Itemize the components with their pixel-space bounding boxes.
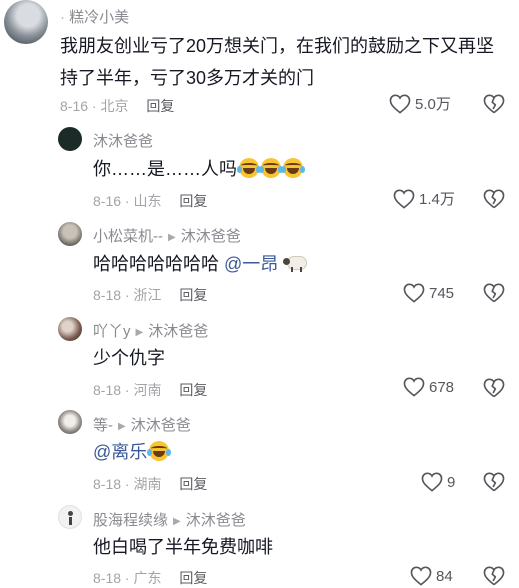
reply-arrow-icon: ▶ [135,327,144,338]
avatar[interactable] [58,222,82,246]
comment-date: 8-18 [93,287,122,303]
dislike-button[interactable] [483,189,505,209]
heart-icon [410,566,432,586]
heart-icon [393,189,415,209]
comment-date: 8-16 [93,193,122,209]
laughing-crying-emoji-icon [147,441,172,461]
reply-button[interactable]: 回复 [146,98,174,114]
dislike-button[interactable] [483,283,505,303]
heart-icon [389,94,411,114]
comment-text: 他白喝了半年免费咖啡 [93,537,273,557]
reply-arrow-icon: ▶ [173,516,181,527]
author-name[interactable]: 股海程续缘 [93,512,168,529]
author-name[interactable]: 等- [93,417,113,434]
comment-meta: 8-16 · 北京 回复 [60,98,175,114]
laughing-crying-emoji-icon [259,158,283,178]
author-name[interactable]: 吖丫y [93,323,131,340]
avatar[interactable] [58,410,82,434]
comment-location: 北京 [100,98,129,114]
reply-button[interactable]: 回复 [179,193,207,209]
comment-location: 河南 [133,382,162,398]
comment-meta: 8-18 · 浙江 回复 [93,287,208,303]
reply-to-name[interactable]: 沐沐爸爸 [186,512,246,529]
comment-text-line: 我朋友创业亏了20万想关门，在我们的鼓励之下又再坚 [60,36,495,56]
broken-heart-icon [483,94,505,114]
comment-author-name[interactable]: · 糕冷小美 [60,6,129,27]
avatar[interactable] [58,317,82,341]
broken-heart-icon [483,378,505,398]
comment-author-name[interactable]: 等- ▶ 沐沐爸爸 [93,414,191,435]
comment-text: @离乐 [93,437,172,467]
broken-heart-icon [483,283,505,303]
avatar[interactable] [58,127,82,151]
comment-meta: 8-18 · 河南 回复 [93,382,208,398]
default-avatar-icon [68,511,73,516]
like-button[interactable]: 1.4万 [393,188,455,209]
comment-text: 哈哈哈哈哈哈哈 @一昂 [93,249,308,279]
comment-date: 8-18 [93,382,122,398]
like-count: 678 [429,378,455,396]
reply-button[interactable]: 回复 [179,382,207,398]
avatar[interactable] [58,505,82,529]
comment-location: 湖南 [133,476,162,492]
like-count: 1.4万 [419,191,455,208]
comment-author-name[interactable]: 沐沐爸爸 [93,130,153,151]
like-button[interactable]: 9 [421,472,455,492]
comment-meta: 8-18 · 广东 回复 [93,570,208,586]
comment-location: 浙江 [133,287,162,303]
dislike-button[interactable] [483,472,505,492]
author-name[interactable]: 小松菜机-- [93,228,163,245]
heart-icon [421,472,443,492]
comment-meta: 8-16 · 山东 回复 [93,193,208,209]
dislike-button[interactable] [483,378,505,398]
comment-location: 山东 [133,193,162,209]
comment-author-name[interactable]: 股海程续缘 ▶ 沐沐爸爸 [93,509,246,530]
broken-heart-icon [483,566,505,586]
comment-date: 8-16 [60,98,89,114]
like-button[interactable]: 5.0万 [389,93,451,114]
like-button[interactable]: 745 [403,283,454,303]
like-button[interactable]: 678 [403,377,454,397]
like-count: 84 [436,567,453,585]
like-count: 745 [429,284,455,302]
comment-text: 我朋友创业亏了20万想关门，在我们的鼓励之下又再坚 持了半年，亏了30多万才关的… [60,30,494,94]
avatar[interactable] [4,0,48,44]
reply-to-name[interactable]: 沐沐爸爸 [131,417,191,434]
comment-meta: 8-18 · 湖南 回复 [93,476,208,492]
reply-arrow-icon: ▶ [168,232,176,243]
heart-icon [403,377,425,397]
like-button[interactable]: 84 [410,566,453,586]
comment-text-line: 持了半年，亏了30多万才关的门 [60,68,315,88]
reply-arrow-icon: ▶ [118,421,126,432]
broken-heart-icon [483,189,505,209]
broken-heart-icon [483,472,505,492]
sheep-emoji-icon [283,254,308,272]
comment-author-name[interactable]: 小松菜机-- ▶ 沐沐爸爸 [93,225,241,246]
mention-link[interactable]: @离乐 [93,442,147,462]
mention-link[interactable]: @一昂 [224,254,278,274]
comment-text: 你……是……人吗 [93,154,305,184]
reply-button[interactable]: 回复 [179,476,207,492]
reply-button[interactable]: 回复 [179,287,207,303]
comment-date: 8-18 [93,476,122,492]
like-count: 5.0万 [415,96,451,113]
like-count: 9 [447,473,456,491]
comment-text-body: 你……是……人吗 [93,159,237,179]
author-name[interactable]: 糕冷小美 [69,9,129,26]
laughing-crying-emoji-icon [281,158,305,178]
reply-to-name[interactable]: 沐沐爸爸 [181,228,241,245]
comment-author-name[interactable]: 吖丫y ▶ 沐沐爸爸 [93,320,208,341]
comment-text: 少个仇字 [93,348,165,368]
reply-to-name[interactable]: 沐沐爸爸 [148,323,208,340]
heart-icon [403,283,425,303]
laughing-crying-emoji-icon [237,158,261,178]
dislike-button[interactable] [483,566,505,586]
comment-text-body: 哈哈哈哈哈哈哈 [93,254,219,274]
dislike-button[interactable] [483,94,505,114]
